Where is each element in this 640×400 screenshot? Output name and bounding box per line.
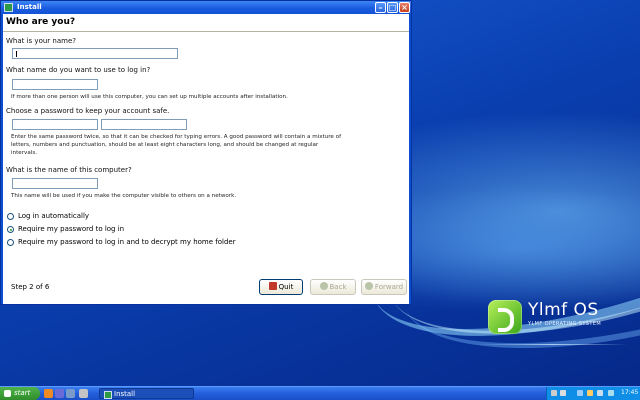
radio-button-selected[interactable] [7,226,14,233]
install-window: Install – □ × Who are you? What is your … [0,0,412,305]
back-label: Back [329,283,347,291]
show-desktop-icon[interactable] [79,389,88,398]
system-tray: 17:45 [546,387,640,400]
forward-button[interactable]: Forward [361,279,407,295]
taskbar: start Install 17:45 [0,386,640,400]
window-titlebar[interactable]: Install – □ × [1,1,411,14]
computer-name-field[interactable] [12,178,98,189]
brand-tagline: YLMF OPERATING SYSTEM [528,321,602,327]
radio-button[interactable] [7,213,14,220]
back-arrow-icon [319,282,328,290]
network-icon[interactable] [608,390,614,396]
password-confirm-field[interactable] [101,119,187,130]
password-question: Choose a password to keep your account s… [6,107,170,115]
bluetooth-icon[interactable] [577,390,583,396]
start-label: start [14,389,31,397]
forward-arrow-icon [364,282,373,290]
window-title: Install [17,3,42,11]
login-option-label: Require my password to log in and to dec… [18,238,236,246]
brand-divider [478,344,628,345]
back-button[interactable]: Back [310,279,356,295]
form-body: What is your name? What name do you want… [3,32,409,304]
start-logo-icon [4,390,11,397]
window-client: Who are you? What is your name? What nam… [3,14,409,304]
installer-app-icon [4,3,13,12]
task-label: Install [114,390,136,398]
name-question: What is your name? [6,37,76,45]
full-name-field[interactable] [12,48,178,59]
computer-name-question: What is the name of this computer? [6,166,132,174]
page-title: Who are you? [6,17,76,27]
maximize-button[interactable]: □ [387,2,398,13]
login-question: What name do you want to use to log in? [6,66,151,74]
login-option-label: Log in automatically [18,212,90,220]
forward-label: Forward [374,283,404,291]
computer-name-hint: This name will be used if you make the c… [11,193,237,199]
password-field[interactable] [12,119,98,130]
brand-name: Ylmf OS [528,300,599,320]
ylmf-logo-icon [488,300,522,334]
start-button[interactable]: start [0,387,40,400]
file-manager-icon[interactable] [66,389,75,398]
update-icon[interactable] [587,390,593,396]
clock[interactable]: 17:45 [621,389,638,396]
radio-button[interactable] [7,239,14,246]
close-button[interactable]: × [399,2,410,13]
login-option-label: Require my password to log in [18,225,125,233]
minimize-button[interactable]: – [375,2,386,13]
page-header: Who are you? [3,14,409,32]
firefox-icon[interactable] [44,389,53,398]
password-hint: Enter the same password twice, so that i… [11,134,342,156]
email-icon[interactable] [55,389,64,398]
volume-icon[interactable] [597,390,603,396]
quit-label: Quit [278,283,294,291]
installer-app-icon [104,391,112,399]
quit-button[interactable]: Quit [259,279,303,295]
brand-mark: Ylmf OS YLMF OPERATING SYSTEM [478,298,638,358]
taskbar-item-install[interactable]: Install [99,388,194,399]
text-caret [16,51,17,57]
login-name-field[interactable] [12,79,98,90]
workspace-icon[interactable] [551,390,557,396]
login-hint: If more than one person will use this co… [11,94,288,100]
quit-icon [268,282,277,290]
workspace-icon[interactable] [560,390,566,396]
step-indicator: Step 2 of 6 [11,283,50,291]
